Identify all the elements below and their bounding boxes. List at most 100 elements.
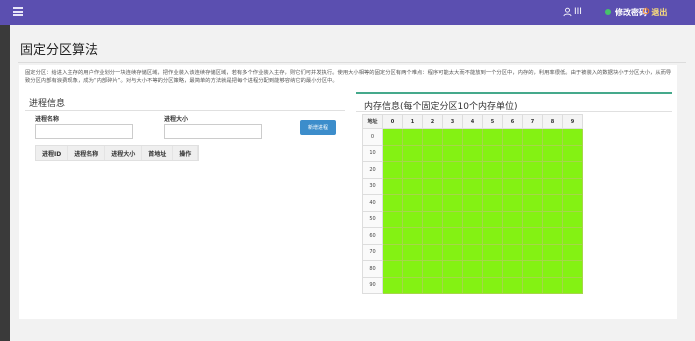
memory-cell-free (542, 260, 563, 278)
memory-cell-free (562, 177, 583, 195)
memory-cell-free (562, 243, 583, 261)
memory-cell-free (522, 210, 543, 228)
memory-column-header: 5 (482, 114, 503, 129)
col-header-process-id: 进程ID (36, 146, 69, 160)
memory-cell-free (382, 161, 403, 179)
memory-cell-free (422, 243, 443, 261)
logout-button[interactable]: ⏻ 退出 (643, 5, 667, 19)
memory-cell-free (442, 210, 463, 228)
memory-cell-free (402, 260, 423, 278)
user-icon (563, 7, 572, 17)
memory-cell-free (562, 210, 583, 228)
memory-row: 90 (362, 276, 583, 294)
memory-column-header: 1 (402, 114, 423, 129)
memory-cell-free (542, 161, 563, 179)
memory-cell-free (522, 243, 543, 261)
process-size-input[interactable] (164, 124, 262, 139)
memory-cell-free (422, 144, 443, 162)
memory-row-address: 90 (362, 276, 383, 294)
menu-icon[interactable] (13, 7, 23, 16)
memory-grid: 地址 0123456789 0 10 20 30 40 50 60 70 80 90 (362, 114, 583, 294)
memory-row: 40 (362, 194, 583, 212)
memory-cell-free (462, 194, 483, 212)
memory-cell-free (502, 243, 523, 261)
memory-cell-free (502, 177, 523, 195)
status-dot-icon (605, 9, 611, 15)
memory-cell-free (482, 276, 503, 294)
memory-cell-free (382, 227, 403, 245)
memory-cell-free (542, 276, 563, 294)
address-header: 地址 (362, 114, 383, 129)
memory-cell-free (482, 177, 503, 195)
sidebar (0, 25, 10, 341)
memory-row: 60 (362, 227, 583, 245)
memory-cell-free (442, 194, 463, 212)
memory-cell-free (382, 210, 403, 228)
memory-cell-free (462, 210, 483, 228)
memory-cell-free (442, 128, 463, 146)
memory-cell-free (402, 243, 423, 261)
add-process-button[interactable]: 新增进程 (300, 120, 336, 135)
user-info[interactable]: III (563, 6, 582, 18)
memory-cell-free (422, 128, 443, 146)
memory-row-address: 60 (362, 227, 383, 245)
memory-cell-free (502, 161, 523, 179)
memory-row-address: 30 (362, 177, 383, 195)
memory-cell-free (402, 227, 423, 245)
memory-row-address: 80 (362, 260, 383, 278)
memory-cell-free (462, 243, 483, 261)
memory-cell-free (442, 177, 463, 195)
memory-cell-free (462, 161, 483, 179)
memory-cell-free (382, 243, 403, 261)
memory-cell-free (442, 227, 463, 245)
memory-cell-free (482, 260, 503, 278)
process-name-label: 进程名称 (35, 116, 60, 123)
memory-row-address: 0 (362, 128, 383, 146)
memory-cell-free (462, 227, 483, 245)
col-header-actions: 操作 (173, 146, 199, 160)
memory-cell-free (462, 128, 483, 146)
col-header-process-size: 进程大小 (105, 146, 143, 160)
memory-cell-free (442, 144, 463, 162)
memory-cell-free (402, 128, 423, 146)
memory-cell-free (422, 276, 443, 294)
process-size-label: 进程大小 (164, 116, 189, 123)
memory-cell-free (522, 128, 543, 146)
memory-cell-free (382, 276, 403, 294)
memory-cell-free (542, 144, 563, 162)
memory-cell-free (482, 227, 503, 245)
memory-cell-free (562, 144, 583, 162)
memory-row-address: 20 (362, 161, 383, 179)
memory-cell-free (402, 276, 423, 294)
algorithm-description: 固定分区：给进入主存的用户作业划分一块连续存储区域，把作业装入该连续存储区域，若… (25, 70, 672, 84)
memory-cell-free (382, 260, 403, 278)
memory-grid-header: 地址 0123456789 (362, 114, 583, 129)
memory-cell-free (482, 243, 503, 261)
memory-row: 80 (362, 260, 583, 278)
memory-row: 70 (362, 243, 583, 261)
memory-cell-free (442, 243, 463, 261)
memory-cell-free (422, 210, 443, 228)
user-name: III (574, 7, 582, 17)
memory-panel-divider (356, 111, 672, 112)
memory-column-header: 4 (462, 114, 483, 129)
process-name-input[interactable] (35, 124, 133, 139)
memory-cell-free (502, 276, 523, 294)
memory-row-address: 10 (362, 144, 383, 162)
memory-row-address: 50 (362, 210, 383, 228)
memory-column-header: 8 (542, 114, 563, 129)
memory-cell-free (422, 177, 443, 195)
memory-cell-free (562, 227, 583, 245)
memory-cell-free (422, 260, 443, 278)
memory-cell-free (482, 210, 503, 228)
memory-column-header: 2 (422, 114, 443, 129)
memory-cell-free (542, 210, 563, 228)
memory-row: 30 (362, 177, 583, 195)
memory-cell-free (482, 194, 503, 212)
memory-cell-free (442, 260, 463, 278)
memory-cell-free (562, 276, 583, 294)
memory-cell-free (522, 227, 543, 245)
memory-column-header: 3 (442, 114, 463, 129)
memory-cell-free (542, 227, 563, 245)
memory-cell-free (502, 144, 523, 162)
